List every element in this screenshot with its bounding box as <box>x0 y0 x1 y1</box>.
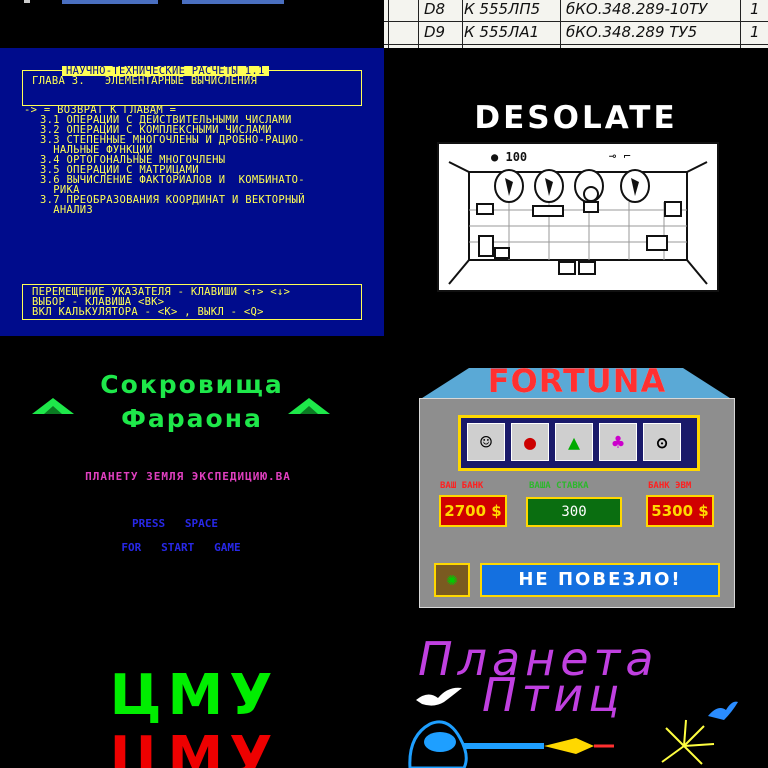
key-icon: ⊸ <box>609 149 617 163</box>
desolate-logo: DESOLATE <box>448 100 704 136</box>
desolate-game-view: ● 100 ⊸ ⌐ <box>437 142 719 292</box>
parts-table-scan: D8 К 555ЛП5 бКО.348.289-10ТУ 1 D9 К 555Л… <box>384 0 768 48</box>
gun-icon: ⌐ <box>623 149 631 163</box>
computer-bank-value: 5300 $ <box>646 495 714 527</box>
bet-value[interactable]: 300 <box>526 497 622 527</box>
rocket-graphic <box>408 719 715 768</box>
top-left-strip <box>0 0 384 48</box>
parrot-icon: ✺ <box>434 563 470 597</box>
coin-icon: ● <box>491 150 499 164</box>
pyramid-icon-right <box>288 398 330 414</box>
table-row: D8 К 555ЛП5 бКО.348.289-10ТУ 1 <box>384 0 768 22</box>
table-cell-doc: бКО.348.289-10ТУ <box>566 0 708 18</box>
table-cell-part: К 555ЛА1 <box>464 23 540 41</box>
help-line-calculator: ВКЛ КАЛЬКУЛЯТОРА - <К> , ВЫКЛ - <Q> <box>32 306 264 318</box>
bank-label: ВАШ БАНК <box>440 481 484 491</box>
cmu-word-red: ЦМУ <box>109 725 279 768</box>
planet-of-birds-title-screen: Планета Птиц <box>384 624 768 768</box>
bank-value: 2700 $ <box>439 495 507 527</box>
slot-machine-body: ☺ ● ▲ ♣ ʘ ВАШ БАНК 2700 $ ВАША СТАВКА 30… <box>419 398 735 608</box>
fortuna-title: FORTUNA <box>487 362 667 400</box>
table-row: D9 К 555ЛА1 бКО.348.289 ТУ5 1 <box>384 23 768 45</box>
desolate-room-graphic <box>439 144 717 290</box>
table-cell-doc: бКО.348.289 ТУ5 <box>566 23 698 41</box>
menu-item-3-3[interactable]: 3.3 СТЕПЕННЫЕ МНОГОЧЛЕНЫ И ДРОБНО-РАЦИО-… <box>40 135 305 156</box>
table-cell-part: К 555ЛП5 <box>464 0 541 18</box>
chapter-heading: ГЛАВА 3. ЭЛЕМЕНТАРНЫЕ ВЫЧИСЛЕНИЯ <box>32 75 258 87</box>
fortuna-slot-machine-screen: FORTUNA ☺ ● ▲ ♣ ʘ ВАШ БАНК 2700 $ ВАША С… <box>384 336 768 624</box>
bomb-icon: ● <box>511 423 549 461</box>
science-calc-menu-screen: НАУЧНО-ТЕХНИЧЕСКИЕ РАСЧЕТЫ 1.1 ГЛАВА 3. … <box>0 48 384 336</box>
credit-line: ПЛАНЕТУ ЗЕМЛЯ ЭКСПЕДИЦИЮ.ВА <box>85 470 291 483</box>
table-cell-ref: D9 <box>424 23 446 41</box>
tool-icons: ⊸ ⌐ <box>609 149 631 163</box>
pixel-mark <box>24 0 30 3</box>
blue-bar-left <box>62 0 158 4</box>
pharaoh-treasure-title-screen: Сокровища Фараона ПЛАНЕТУ ЗЕМЛЯ ЭКСПЕДИЦ… <box>0 336 384 576</box>
tree-icon: ▲ <box>555 423 593 461</box>
prompt-start-game: FOR START GAME <box>121 541 241 554</box>
clown-icon: ☺ <box>467 423 505 461</box>
table-cell-ref: D8 <box>424 0 446 18</box>
cmu-word-green: ЦМУ <box>109 663 279 728</box>
score-value: 100 <box>505 150 528 164</box>
result-message: НЕ ПОВЕЗЛО! <box>480 563 720 597</box>
menu-item-3-6[interactable]: 3.6 ВЫЧИСЛЕНИЕ ФАКТОРИАЛОВ И КОМБИНАТО- … <box>40 175 305 196</box>
game-title-line1: Сокровища <box>100 370 284 399</box>
prompt-press-space: PRESS SPACE <box>131 517 219 530</box>
table-cell-qty: 1 <box>750 0 760 18</box>
blue-bar-right <box>182 0 284 4</box>
title-line2: Птиц <box>482 668 625 722</box>
bear-icon: ʘ <box>643 423 681 461</box>
table-cell-qty: 1 <box>750 23 760 41</box>
bird-icon <box>416 687 462 706</box>
score-readout: ● 100 <box>491 150 527 164</box>
menu-item-3-7[interactable]: 3.7 ПРЕОБРАЗОВАНИЯ КООРДИНАТ И ВЕКТОРНЫЙ… <box>40 195 305 216</box>
jester-icon: ♣ <box>599 423 637 461</box>
bet-label: ВАША СТАВКА <box>529 481 589 491</box>
desolate-game-screen: DESOLATE ● 100 ⊸ ⌐ <box>384 48 768 336</box>
computer-bank-label: БАНК ЭВМ <box>648 481 692 491</box>
cmu-title-screen: ЦМУ ЦМУ <box>0 624 384 768</box>
reels-frame: ☺ ● ▲ ♣ ʘ <box>458 415 700 471</box>
pyramid-icon-left <box>32 398 74 414</box>
